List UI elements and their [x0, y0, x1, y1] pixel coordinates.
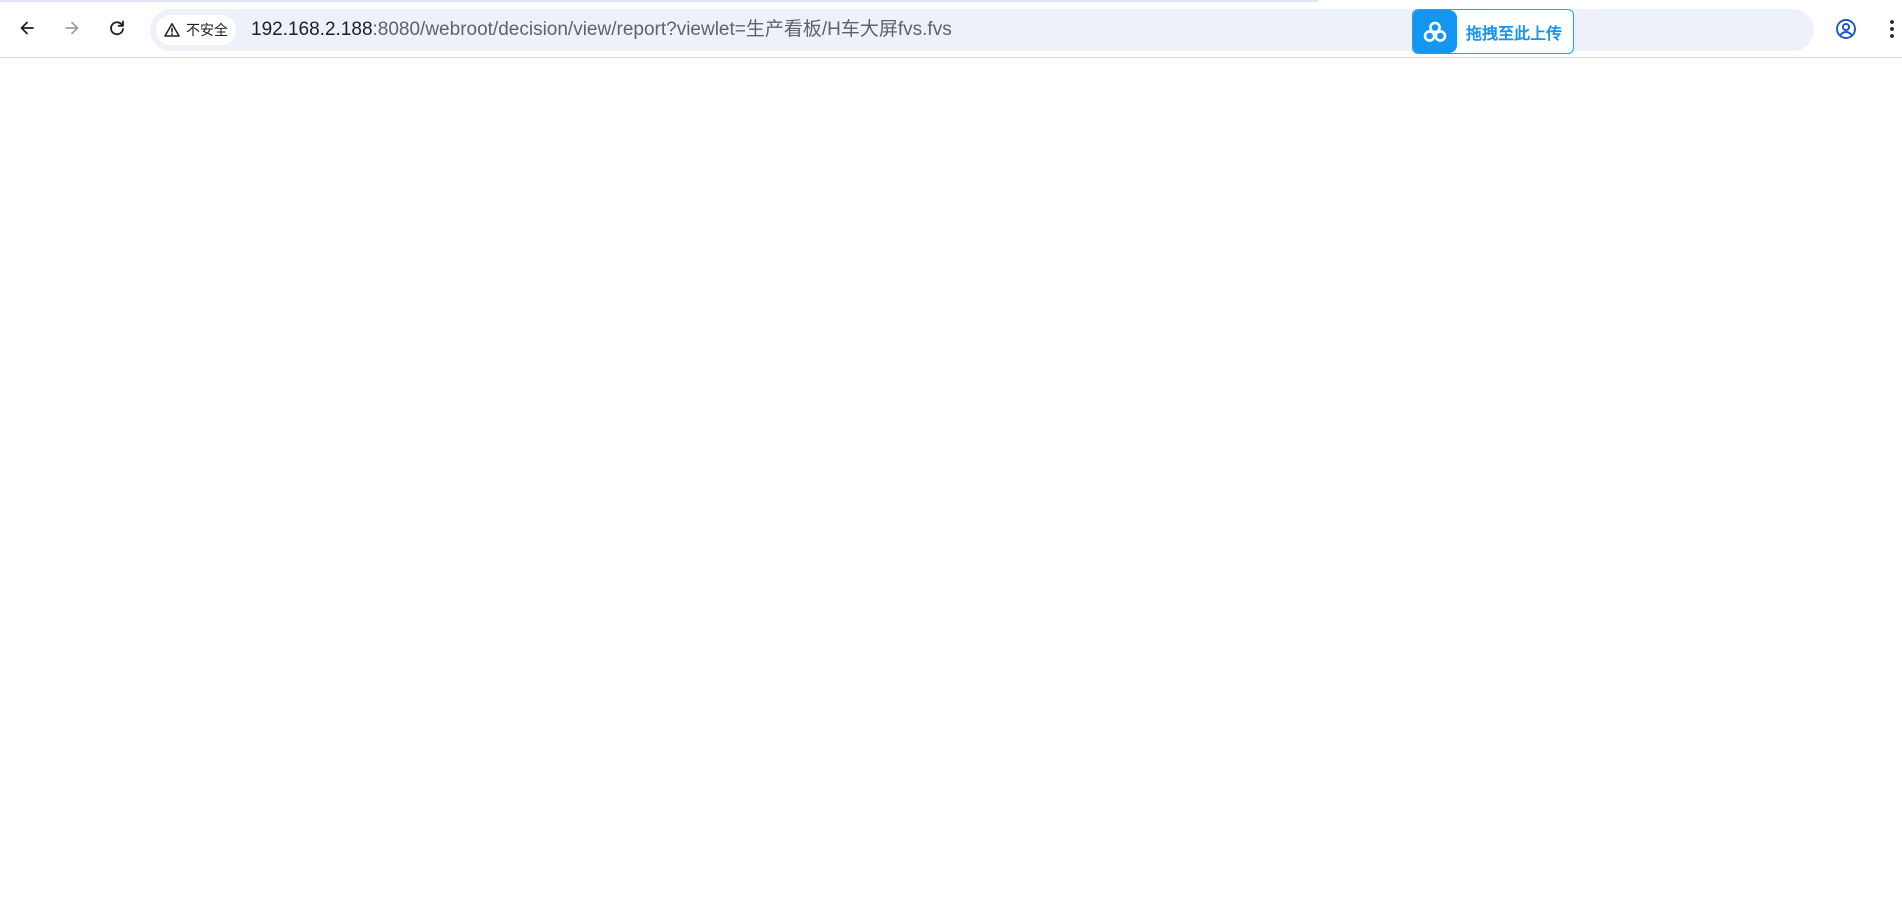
forward-button[interactable] — [56, 12, 88, 44]
security-label: 不安全 — [186, 23, 228, 39]
upload-logo — [1413, 10, 1457, 53]
security-indicator[interactable]: 不安全 — [156, 15, 236, 45]
cloud-rings-icon — [1423, 21, 1447, 42]
warning-triangle-icon — [164, 23, 180, 37]
reload-icon — [110, 20, 124, 36]
page-load-progress — [0, 0, 1318, 2]
browser-menu-button[interactable] — [1882, 13, 1902, 45]
url-path: :8080/webroot/decision/view/report?viewl… — [372, 19, 952, 40]
arrow-left-icon — [20, 21, 34, 35]
arrow-right-icon — [65, 21, 79, 35]
profile-button[interactable] — [1830, 13, 1862, 45]
browser-toolbar: 不安全 192.168.2.188:8080/webroot/decision/… — [0, 0, 1902, 58]
account-circle-icon — [1836, 19, 1856, 39]
reload-button[interactable] — [101, 12, 133, 44]
more-vert-icon — [1890, 20, 1894, 38]
url-text[interactable]: 192.168.2.188:8080/webroot/decision/view… — [251, 19, 952, 41]
page-content — [0, 58, 1902, 907]
drag-upload-widget[interactable]: 拖拽至此上传 — [1412, 9, 1574, 54]
back-button[interactable] — [11, 12, 43, 44]
url-host: 192.168.2.188 — [251, 19, 373, 40]
upload-label: 拖拽至此上传 — [1466, 23, 1563, 43]
